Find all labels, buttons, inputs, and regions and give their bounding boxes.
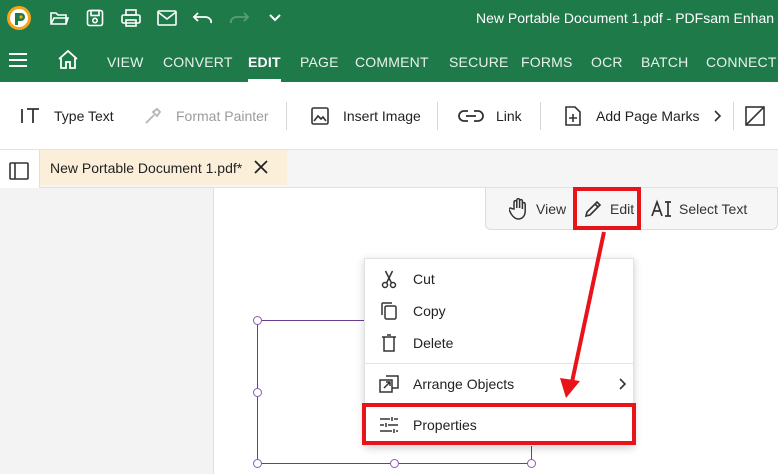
type-text-label: Type Text bbox=[54, 108, 114, 124]
trash-icon bbox=[378, 332, 400, 354]
title-bar: New Portable Document 1.pdf - PDFsam Enh… bbox=[0, 0, 778, 36]
quick-access-toolbar bbox=[0, 0, 293, 36]
customize-dropdown-icon[interactable] bbox=[257, 0, 293, 36]
main-menu-bar: VIEW CONVERT EDIT PAGE COMMENT SECURE FO… bbox=[0, 36, 778, 82]
toolbar-divider bbox=[437, 102, 438, 130]
resize-handle[interactable] bbox=[253, 459, 262, 468]
submenu-chevron-icon bbox=[615, 377, 629, 391]
view-mode-label: View bbox=[536, 201, 567, 217]
menu-secure[interactable]: SECURE bbox=[449, 36, 509, 82]
document-tab-label: New Portable Document 1.pdf* bbox=[50, 159, 243, 176]
menu-ocr[interactable]: OCR bbox=[591, 36, 623, 82]
app-logo-icon bbox=[5, 0, 33, 36]
close-tab-icon[interactable] bbox=[252, 158, 270, 176]
format-painter-label: Format Painter bbox=[176, 108, 269, 124]
menu-item-cut[interactable]: Cut bbox=[365, 263, 635, 295]
insert-image-label: Insert Image bbox=[343, 108, 421, 124]
format-painter-button[interactable]: Format Painter bbox=[142, 100, 269, 132]
menu-view[interactable]: VIEW bbox=[107, 36, 144, 82]
menu-item-copy[interactable]: Copy bbox=[365, 295, 635, 327]
link-label: Link bbox=[496, 108, 522, 124]
menu-item-label: Arrange Objects bbox=[413, 376, 515, 392]
properties-highlight-box bbox=[362, 403, 636, 445]
resize-handle[interactable] bbox=[253, 388, 262, 397]
type-text-button[interactable]: Type Text bbox=[20, 100, 114, 132]
link-icon bbox=[458, 105, 484, 127]
open-folder-icon[interactable] bbox=[41, 0, 77, 36]
page-marks-icon bbox=[562, 105, 584, 127]
view-mode-button[interactable]: View bbox=[508, 196, 566, 222]
toolbar-divider bbox=[733, 102, 734, 130]
scissors-icon bbox=[378, 268, 400, 290]
image-icon bbox=[309, 105, 331, 127]
add-page-marks-label: Add Page Marks bbox=[596, 108, 700, 124]
print-icon[interactable] bbox=[113, 0, 149, 36]
undo-icon[interactable] bbox=[185, 0, 221, 36]
toolbar-more-chevron-icon[interactable] bbox=[710, 109, 724, 123]
menu-item-arrange-objects[interactable]: Arrange Objects bbox=[365, 368, 635, 400]
document-tabs-bar: New Portable Document 1.pdf* bbox=[40, 150, 778, 188]
workspace-background bbox=[0, 188, 214, 474]
menu-convert[interactable]: CONVERT bbox=[163, 36, 233, 82]
edit-highlight-box bbox=[573, 187, 641, 230]
resize-handle[interactable] bbox=[253, 316, 262, 325]
resize-handle[interactable] bbox=[527, 459, 536, 468]
hamburger-menu-icon[interactable] bbox=[6, 48, 30, 72]
edit-toolbar: Type Text Format Painter Insert Image Li… bbox=[0, 82, 778, 150]
menu-connect[interactable]: CONNECT bbox=[706, 36, 777, 82]
type-text-icon bbox=[20, 105, 42, 127]
toolbar-divider bbox=[540, 102, 541, 130]
menu-batch[interactable]: BATCH bbox=[641, 36, 688, 82]
menu-comment[interactable]: COMMENT bbox=[355, 36, 429, 82]
redo-icon[interactable] bbox=[221, 0, 257, 36]
save-icon[interactable] bbox=[77, 0, 113, 36]
select-text-mode-label: Select Text bbox=[679, 201, 748, 217]
toolbar-divider bbox=[286, 102, 287, 130]
mail-icon[interactable] bbox=[149, 0, 185, 36]
document-tab[interactable]: New Portable Document 1.pdf* bbox=[40, 150, 287, 185]
menu-page[interactable]: PAGE bbox=[300, 36, 339, 82]
menu-item-label: Cut bbox=[413, 271, 435, 287]
arrange-objects-icon bbox=[378, 373, 400, 395]
menu-edit[interactable]: EDIT bbox=[248, 36, 281, 82]
resize-handle[interactable] bbox=[390, 459, 399, 468]
insert-image-button[interactable]: Insert Image bbox=[309, 100, 421, 132]
menu-divider bbox=[365, 363, 635, 364]
menu-forms[interactable]: FORMS bbox=[521, 36, 573, 82]
crop-tool-icon[interactable] bbox=[743, 104, 767, 128]
select-text-mode-button[interactable]: Select Text bbox=[651, 196, 747, 222]
link-button[interactable]: Link bbox=[458, 100, 522, 132]
select-text-icon bbox=[651, 198, 673, 220]
hand-icon bbox=[508, 198, 530, 220]
thumbnails-panel-icon[interactable] bbox=[8, 160, 30, 182]
menu-item-delete[interactable]: Delete bbox=[365, 327, 635, 359]
add-page-marks-button[interactable]: Add Page Marks bbox=[562, 100, 700, 132]
home-icon[interactable] bbox=[56, 48, 80, 72]
menu-item-label: Copy bbox=[413, 303, 446, 319]
window-title: New Portable Document 1.pdf - PDFsam Enh… bbox=[476, 10, 775, 26]
format-painter-icon bbox=[142, 105, 164, 127]
copy-icon bbox=[378, 300, 400, 322]
menu-item-label: Delete bbox=[413, 335, 454, 351]
